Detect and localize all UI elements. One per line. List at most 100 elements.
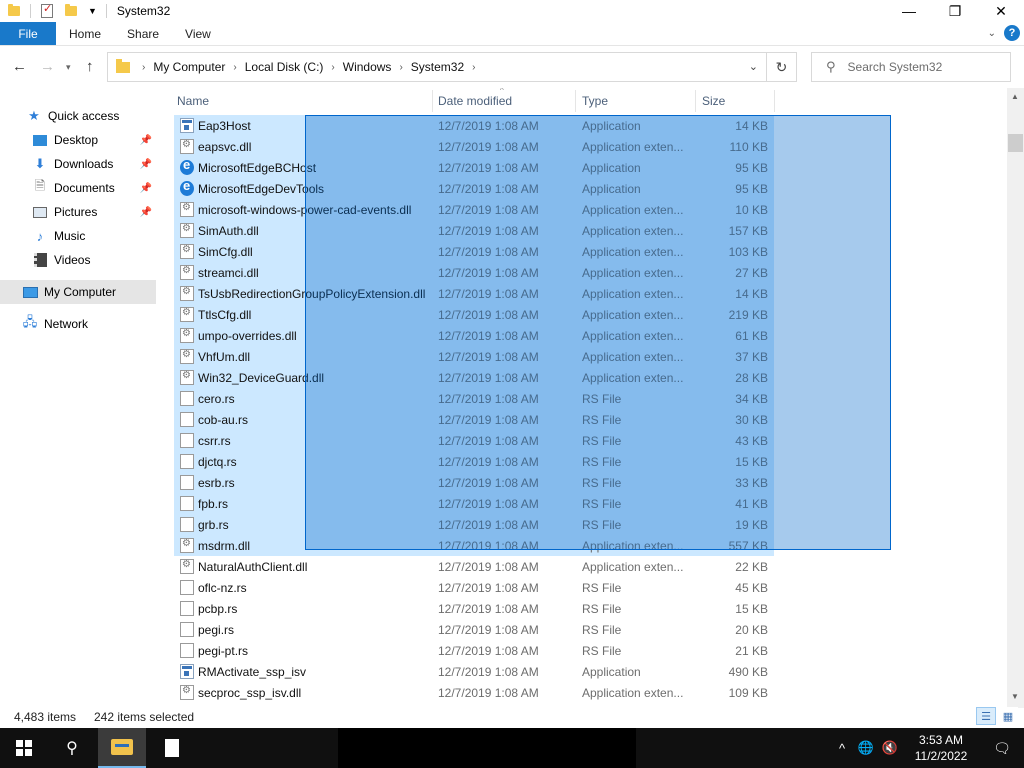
file-icon (180, 517, 194, 532)
show-hidden-icons-chevron-icon[interactable]: ^ (830, 741, 854, 756)
forward-arrow-icon[interactable]: → (40, 58, 55, 75)
speaker-muted-icon[interactable]: 🔇 (878, 740, 902, 756)
dll-icon (180, 244, 194, 259)
address-dropdown-chevron-icon[interactable]: ⌄ (749, 60, 758, 73)
recent-locations-chevron-icon[interactable]: ▾ (66, 62, 71, 73)
table-row[interactable]: oflc-nz.rs 12/7/2019 1:08 AM RS File 45 KB (174, 577, 774, 598)
vertical-scrollbar[interactable]: ▲ ▼ (1007, 88, 1024, 708)
pin-icon[interactable]: 📌 (140, 207, 152, 218)
scroll-up-arrow-icon[interactable]: ▲ (1011, 92, 1019, 101)
sidebar-item-label: Quick access (48, 109, 120, 123)
globe-network-icon[interactable]: 🌐 (854, 740, 878, 756)
taskbar-notepad[interactable] (148, 728, 196, 768)
file-name: NaturalAuthClient.dll (198, 560, 308, 574)
search-icon[interactable]: ⚲ (48, 728, 96, 768)
chevron-right-icon[interactable]: › (331, 62, 334, 73)
toolbar-divider (30, 4, 31, 18)
chevron-right-icon[interactable]: › (472, 62, 475, 73)
breadcrumb-system32[interactable]: System32 (411, 60, 464, 74)
chevron-right-icon[interactable]: › (142, 62, 145, 73)
up-arrow-icon[interactable]: ↑ (86, 58, 94, 75)
picture-icon (32, 204, 48, 220)
document-icon (165, 739, 179, 757)
tab-view[interactable]: View (172, 22, 224, 45)
details-view-icon[interactable]: ☰ (976, 707, 996, 725)
pin-icon[interactable]: 📌 (140, 159, 152, 170)
scroll-down-arrow-icon[interactable]: ▼ (1011, 692, 1019, 701)
file-type: Application exten... (582, 686, 684, 700)
file-icon (180, 622, 194, 637)
breadcrumb-my-computer[interactable]: My Computer (153, 60, 225, 74)
help-icon[interactable]: ? (1004, 25, 1020, 41)
expand-ribbon-chevron-icon[interactable]: ⌄ (988, 28, 996, 39)
new-folder-icon[interactable] (65, 4, 77, 16)
item-count: 4,483 items (14, 710, 77, 724)
search-input[interactable]: ⚲ Search System32 (811, 52, 1011, 82)
file-name: grb.rs (198, 518, 229, 532)
sidebar-item-downloads[interactable]: ⬇ Downloads 📌 (32, 152, 156, 176)
minimize-button[interactable]: — (886, 0, 932, 22)
table-row[interactable]: secproc_ssp_isv.dll 12/7/2019 1:08 AM Appl… (174, 682, 774, 702)
pin-icon[interactable]: 📌 (140, 135, 152, 146)
pin-icon[interactable]: 📌 (140, 183, 152, 194)
address-bar[interactable]: › My Computer › Local Disk (C:) › Window… (107, 52, 797, 82)
clock-date: 11/2/2022 (914, 749, 968, 763)
large-icons-view-icon[interactable]: ▦ (998, 707, 1018, 725)
column-header-type[interactable]: Type (582, 94, 608, 108)
notification-icon[interactable]: 🗨 (980, 740, 1024, 757)
download-arrow-icon: ⬇ (34, 156, 46, 171)
chevron-right-icon[interactable]: › (233, 62, 236, 73)
start-button[interactable] (0, 728, 48, 768)
folder-icon[interactable] (8, 4, 20, 16)
file-icon (180, 475, 194, 490)
table-row[interactable]: pegi-pt.rs 12/7/2019 1:08 AM RS File 21 KB (174, 640, 774, 661)
file-size: 21 KB (735, 644, 768, 658)
file-name: RMActivate_ssp_isv (198, 665, 307, 679)
maximize-button[interactable]: ❐ (932, 0, 978, 22)
search-icon: ⚲ (826, 59, 836, 74)
column-header-size[interactable]: Size (702, 94, 725, 108)
chevron-right-icon[interactable]: › (399, 62, 402, 73)
table-row[interactable]: NaturalAuthClient.dll 12/7/2019 1:08 AM Ap… (174, 556, 774, 577)
column-header-name[interactable]: Name (177, 94, 209, 108)
sidebar-item-music[interactable]: ♪ Music (32, 224, 156, 248)
sidebar-item-my-computer[interactable]: My Computer (0, 280, 156, 304)
file-name: SimCfg.dll (198, 245, 253, 259)
table-row[interactable]: pcbp.rs 12/7/2019 1:08 AM RS File 15 KB (174, 598, 774, 619)
tab-home[interactable]: Home (56, 22, 114, 45)
breadcrumb-local-disk[interactable]: Local Disk (C:) (245, 60, 324, 74)
file-name: pcbp.rs (198, 602, 238, 616)
sidebar-item-quick-access[interactable]: ★ Quick access (26, 104, 182, 128)
column-header-row: ^ Name Date modified Type Size (170, 88, 780, 114)
file-name: umpo-overrides.dll (198, 329, 297, 343)
sidebar-item-desktop[interactable]: Desktop 📌 (32, 128, 156, 152)
file-date-modified: 12/7/2019 1:08 AM (438, 623, 539, 637)
table-row[interactable]: RMActivate_ssp_isv 12/7/2019 1:08 AM Appli… (174, 661, 774, 682)
customize-toolbar-chevron-icon[interactable]: ▼ (88, 6, 97, 16)
dll-icon (180, 307, 194, 322)
clock[interactable]: 3:53 AM 11/2/2022 (902, 732, 980, 764)
close-button[interactable]: ✕ (978, 0, 1024, 22)
column-header-date-modified[interactable]: Date modified (438, 94, 512, 108)
column-divider[interactable] (432, 90, 433, 112)
sidebar-item-pictures[interactable]: Pictures 📌 (32, 200, 156, 224)
tab-file[interactable]: File (0, 22, 56, 45)
breadcrumb-windows[interactable]: Windows (343, 60, 392, 74)
back-arrow-icon[interactable]: ← (12, 58, 27, 75)
column-divider[interactable] (575, 90, 576, 112)
file-icon (180, 412, 194, 427)
sidebar-item-network[interactable]: 🖧 Network (0, 312, 156, 336)
column-divider[interactable] (774, 90, 775, 112)
table-row[interactable]: pegi.rs 12/7/2019 1:08 AM RS File 20 KB (174, 619, 774, 640)
tab-share[interactable]: Share (114, 22, 172, 45)
sidebar-item-documents[interactable]: 🗎 Documents 📌 (32, 176, 156, 200)
properties-icon[interactable] (41, 2, 53, 18)
dll-icon (180, 559, 194, 574)
taskbar-file-explorer[interactable] (98, 728, 146, 768)
file-icon (180, 391, 194, 406)
sidebar-item-videos[interactable]: Videos (32, 248, 156, 272)
refresh-icon[interactable]: ↻ (766, 53, 796, 81)
scrollbar-thumb[interactable] (1008, 134, 1023, 152)
file-date-modified: 12/7/2019 1:08 AM (438, 602, 539, 616)
column-divider[interactable] (695, 90, 696, 112)
